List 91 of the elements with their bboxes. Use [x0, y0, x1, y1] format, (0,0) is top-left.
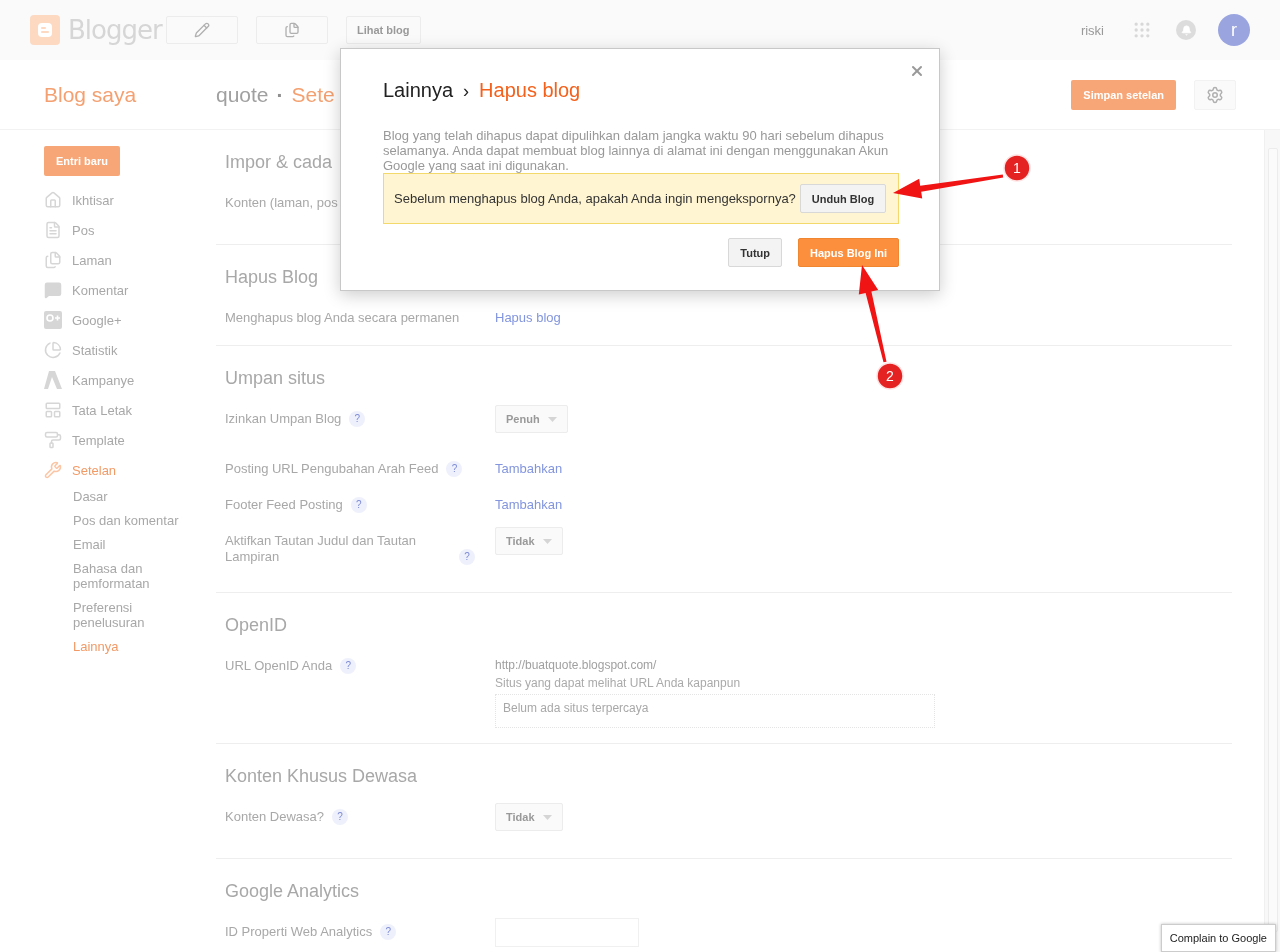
posts-icon	[44, 221, 62, 239]
new-post-button[interactable]: Entri baru	[44, 146, 120, 176]
section-heading: Impor & cada	[225, 152, 333, 174]
caret-icon	[542, 814, 552, 820]
sidebar-subitem[interactable]: Lainnya	[44, 639, 194, 654]
trusted-sites-list: Belum ada situs terpercaya	[495, 694, 935, 728]
delete-blog-button[interactable]: Hapus Blog Ini	[798, 238, 899, 267]
save-settings-button[interactable]: Simpan setelan	[1071, 79, 1176, 110]
dropdown[interactable]: Penuh	[495, 405, 568, 433]
sidebar-item[interactable]: Kampanye	[44, 365, 216, 395]
dropdown[interactable]: Tidak	[495, 803, 563, 831]
notifications-icon[interactable]	[1176, 20, 1196, 40]
openid-url: http://buatquote.blogspot.com/	[495, 657, 658, 672]
sidebar-item[interactable]: Statistik	[44, 335, 216, 365]
pencil-icon	[194, 22, 210, 38]
new-post-button[interactable]	[166, 16, 238, 44]
close-dialog-button[interactable]: Tutup	[728, 238, 782, 267]
caret-icon	[547, 416, 557, 422]
breadcrumb-separator: ›	[463, 81, 470, 102]
sidebar-item[interactable]: Ikhtisar	[44, 185, 216, 215]
dropdown[interactable]: Tidak	[495, 527, 563, 555]
close-button[interactable]	[909, 63, 925, 79]
page-title[interactable]: Blog saya	[44, 82, 216, 107]
sidebar-item[interactable]: Template	[44, 425, 216, 455]
user-name: riski	[1080, 22, 1104, 38]
notice-text: Sebelum menghapus blog Anda, apakah Anda ingin mengekspornya?	[394, 191, 796, 206]
home-icon	[44, 191, 62, 209]
blog-name: quote	[216, 82, 269, 107]
caret-icon	[542, 538, 552, 544]
section-heading: Google Analytics	[225, 881, 360, 903]
help-icon[interactable]: ?	[446, 461, 463, 477]
close-icon	[909, 63, 925, 79]
logo-icon[interactable]	[30, 15, 60, 45]
sidebar-item[interactable]: Setelan	[44, 455, 216, 485]
view-blog-button[interactable]: Lihat blog	[346, 16, 421, 44]
setting-label: Konten (laman, pos	[225, 195, 338, 211]
title-separator: ·	[276, 82, 284, 107]
help-icon[interactable]: ?	[349, 411, 366, 427]
sidebar-subitem[interactable]: Pos dan komentar	[44, 513, 194, 528]
pages-icon	[284, 22, 300, 38]
help-icon[interactable]: ?	[459, 549, 475, 565]
bell-icon	[1180, 24, 1192, 36]
sidebar-subitem[interactable]: Bahasa dan pemformatan	[44, 561, 194, 591]
section-title: Sete	[291, 82, 335, 107]
pages-icon	[44, 251, 62, 269]
setting-link[interactable]: Tambahkan	[495, 455, 563, 476]
complain-button[interactable]: Complain to Google	[1160, 924, 1276, 952]
sidebar-item[interactable]: Laman	[44, 245, 216, 275]
sidebar-item[interactable]: Tata Letak	[44, 395, 216, 425]
gear-icon	[1206, 85, 1224, 104]
comment-icon	[44, 281, 62, 299]
layout-icon	[44, 401, 62, 419]
help-icon[interactable]: ?	[350, 497, 367, 513]
section-heading: Umpan situs	[225, 368, 326, 390]
setting-note: Situs yang dapat melihat URL Anda kapanpun	[495, 676, 742, 690]
sidebar-subitem[interactable]: Email	[44, 537, 194, 552]
setting-label: Menghapus blog Anda secara permanen	[225, 310, 460, 326]
step-marker: 1	[1003, 154, 1031, 182]
sidebar-item[interactable]: Pos	[44, 215, 216, 245]
google-plus-icon	[44, 311, 62, 329]
setting-label: Footer Feed Posting	[225, 497, 343, 513]
setting-link[interactable]: Tambahkan	[495, 491, 563, 512]
download-blog-button[interactable]: Unduh Blog	[799, 184, 887, 213]
sidebar-item[interactable]: Komentar	[44, 275, 216, 305]
help-icon[interactable]: ?	[340, 658, 357, 674]
sidebar-item[interactable]: Google+	[44, 305, 216, 335]
avatar[interactable]: r	[1218, 14, 1250, 46]
step-marker: 2	[876, 362, 904, 390]
setting-label: Izinkan Umpan Blog	[225, 411, 342, 427]
posts-button[interactable]	[256, 16, 328, 44]
setting-label: Posting URL Pengubahan Arah Feed	[225, 461, 439, 477]
apps-icon[interactable]	[1132, 20, 1152, 40]
pie-chart-icon	[44, 341, 62, 359]
setting-label: URL OpenID Anda	[225, 658, 333, 674]
paint-roller-icon	[44, 431, 62, 449]
dialog-title: Hapus blog	[479, 79, 581, 102]
setting-label: Aktifkan Tautan Judul dan Tautan Lampiran	[225, 533, 418, 565]
sidebar-subitem[interactable]: Preferensi penelusuran	[44, 600, 194, 630]
section-heading: Konten Khusus Dewasa	[225, 766, 418, 788]
section-heading: Hapus Blog	[225, 267, 319, 289]
section-heading: OpenID	[225, 615, 288, 637]
setting-label: Konten Dewasa?	[225, 809, 324, 825]
sidebar-subitem[interactable]: Dasar	[44, 489, 194, 504]
setting-link[interactable]: Hapus blog	[495, 304, 561, 325]
settings-button[interactable]	[1194, 79, 1236, 110]
setting-label: ID Properti Web Analytics	[225, 924, 373, 940]
wrench-icon	[44, 461, 62, 479]
dialog-text: Blog yang telah dihapus dapat dipulihkan dalam jangka waktu 90 hari sebelum dihapus selamanya. Anda dapat membuat blog lainnya di alamat ini dengan menggunakan Akun Google yang saat ini digunakan.	[383, 128, 890, 173]
help-icon[interactable]: ?	[332, 809, 348, 825]
help-icon[interactable]: ?	[380, 924, 397, 940]
campaign-icon	[44, 371, 62, 389]
